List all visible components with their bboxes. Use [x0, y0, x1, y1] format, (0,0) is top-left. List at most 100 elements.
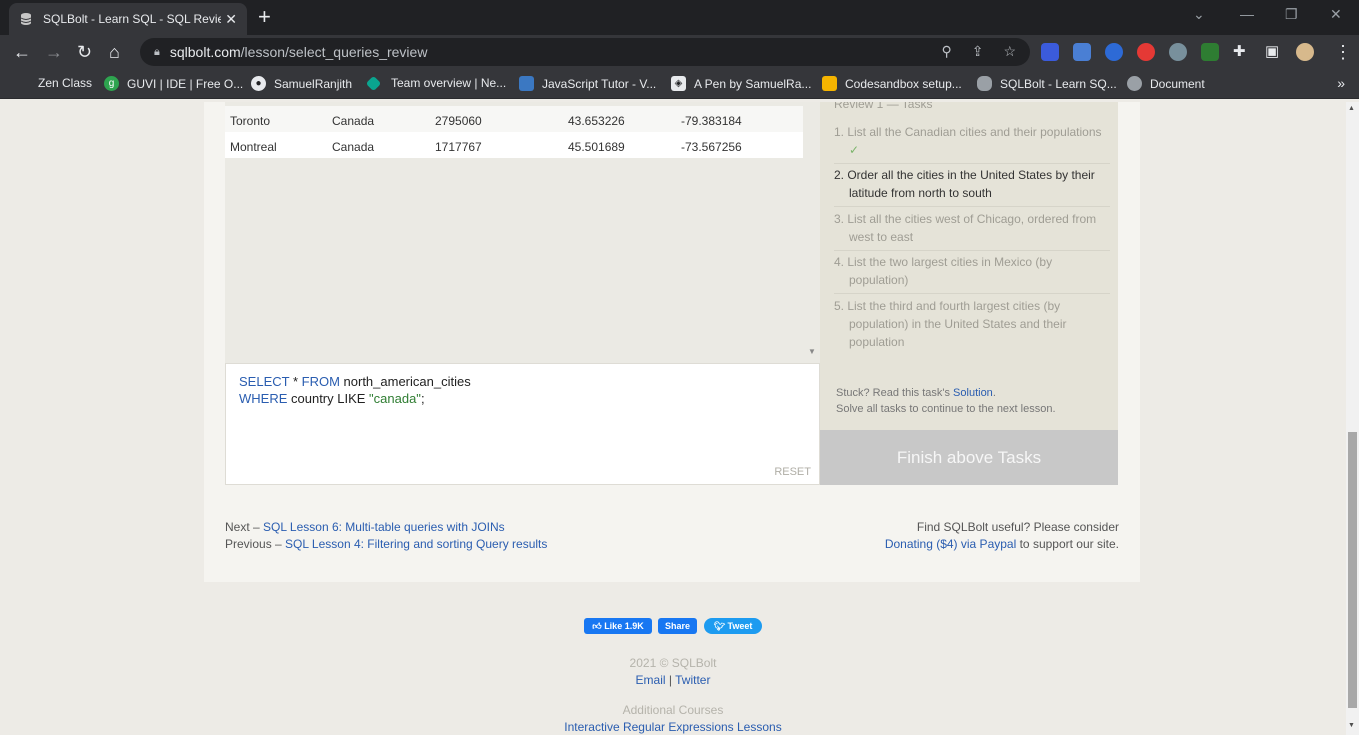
bookmark-item[interactable]: g GUVI | IDE | Free O...	[104, 76, 243, 91]
divider	[834, 250, 1110, 251]
avatar[interactable]	[1296, 43, 1314, 61]
slides-icon	[822, 76, 837, 91]
scroll-up-icon[interactable]: ▲	[1348, 105, 1355, 112]
checkmark-icon: ✓	[849, 143, 860, 157]
page-content: Toronto Canada 2795060 43.653226 -79.383…	[0, 102, 1346, 735]
bookmark-item[interactable]: Document	[1127, 76, 1205, 91]
browser-toolbar: ← → ↻ ⌂ 🔒︎ sqlbolt.com/lesson/select_que…	[0, 35, 1359, 69]
cell-population: 1717767	[435, 140, 482, 154]
back-icon[interactable]: ←	[13, 42, 31, 62]
diamond-icon	[365, 75, 382, 91]
bookmark-item[interactable]: ● SamuelRanjith	[251, 76, 352, 91]
forward-icon[interactable]: →	[45, 42, 63, 62]
solve-all-text: Solve all tasks to continue to the next …	[836, 403, 1056, 415]
restore-icon[interactable]: ❐	[1285, 6, 1298, 23]
facebook-share-button[interactable]: Share	[658, 618, 697, 634]
puzzle-icon[interactable]: ✚	[1233, 42, 1246, 62]
cell-city: Montreal	[230, 140, 277, 154]
reset-button[interactable]: RESET	[774, 466, 811, 478]
tab-search-icon[interactable]: ⌄	[1193, 6, 1205, 23]
bookmark-item[interactable]: JavaScript Tutor - V...	[519, 76, 656, 91]
support-message: Find SQLBolt useful? Please consider Don…	[885, 519, 1119, 553]
more-bookmarks-icon[interactable]: »	[1337, 75, 1345, 91]
facebook-like-button[interactable]: 👍︎ Like 1.9K	[584, 618, 652, 634]
regex-course: Interactive Regular Expressions Lessons	[0, 719, 1346, 735]
cell-latitude: 45.501689	[568, 140, 625, 154]
minimize-icon[interactable]: —	[1240, 6, 1254, 22]
tab-title: SQLBolt - Learn SQL - SQL Review	[43, 12, 221, 26]
home-icon[interactable]: ⌂	[109, 42, 120, 62]
tweet-label: Tweet	[727, 620, 753, 631]
like-label: Like 1.9K	[604, 620, 644, 631]
task-item: 4. List the two largest cities in Mexico…	[834, 255, 1053, 287]
twitter-link[interactable]: Twitter	[675, 673, 710, 687]
guvi-icon: g	[104, 76, 119, 91]
keyword-where: WHERE	[239, 391, 288, 406]
link-separator: |	[665, 673, 676, 687]
tasks-panel: Review 1 — Tasks 1. List all the Canadia…	[820, 102, 1118, 430]
bookmark-label: SamuelRanjith	[274, 76, 353, 91]
menu-icon[interactable]: ⋮	[1334, 42, 1352, 62]
support-line: Find SQLBolt useful? Please consider	[916, 520, 1119, 534]
task-item: 1. List all the Canadian cities and thei…	[834, 123, 1114, 159]
regex-lessons-link[interactable]: Interactive Regular Expressions Lessons	[564, 720, 781, 734]
translate-icon[interactable]	[1073, 43, 1091, 61]
scroll-down-icon[interactable]: ▼	[1348, 722, 1355, 729]
stuck-text: Stuck? Read this task's	[836, 387, 954, 399]
bookmark-item[interactable]: ◈ A Pen by SamuelRa...	[671, 76, 811, 91]
browser-tab-bar: SQLBolt - Learn SQL - SQL Review ✕ + ⌄ —…	[0, 0, 1359, 35]
page-scrollbar[interactable]: ▲ ▼	[1346, 102, 1359, 735]
side-panel-icon[interactable]: ▣	[1265, 42, 1279, 62]
table-row: Toronto Canada 2795060 43.653226 -79.383…	[225, 106, 803, 132]
previous-lesson-link[interactable]: SQL Lesson 4: Filtering and sorting Quer…	[285, 537, 547, 551]
bookmark-label: Codesandbox setup...	[845, 76, 962, 91]
finish-tasks-button[interactable]: Finish above Tasks	[820, 430, 1118, 485]
extension-icon[interactable]	[1041, 43, 1059, 61]
browser-tab[interactable]: SQLBolt - Learn SQL - SQL Review ✕	[9, 3, 247, 35]
close-window-icon[interactable]: ✕	[1330, 6, 1342, 23]
solution-link[interactable]: Solution	[953, 387, 993, 399]
table-row: Montreal Canada 1717767 45.501689 -73.56…	[225, 132, 803, 158]
email-link[interactable]: Email	[636, 673, 666, 687]
task-item: 5. List the third and fourth largest cit…	[834, 299, 1067, 349]
bookmark-label: Zen Class	[38, 76, 93, 90]
bookmark-item[interactable]: Team overview | Ne...	[365, 75, 506, 91]
next-lesson-link[interactable]: SQL Lesson 6: Multi-table queries with J…	[263, 520, 505, 534]
cell-country: Canada	[332, 114, 375, 128]
cell-latitude: 43.653226	[568, 114, 625, 128]
cell-longitude: -79.383184	[681, 114, 742, 128]
donate-link[interactable]: Donating ($4) via Paypal	[885, 537, 1016, 551]
stuck-suffix: .	[992, 387, 996, 399]
bookmark-item[interactable]: Codesandbox setup...	[822, 76, 962, 91]
tasks-header: Review 1 — Tasks	[834, 102, 933, 111]
task-item: 3. List all the cities west of Chicago, …	[834, 212, 1097, 244]
divider	[834, 206, 1110, 207]
zoom-icon[interactable]: ⚲	[941, 43, 951, 60]
url-domain: sqlbolt.com	[169, 44, 241, 60]
bookmark-item[interactable]: Zen Class	[38, 76, 92, 90]
scroll-down-icon[interactable]: ▼	[808, 347, 816, 356]
bookmark-item[interactable]: SQLBolt - Learn SQ...	[977, 76, 1117, 91]
code-string: "canada"	[369, 391, 421, 406]
share-icon[interactable]: ⇪	[972, 43, 984, 60]
support-suffix: to support our site.	[1016, 537, 1119, 551]
extension-icon[interactable]	[1137, 43, 1155, 61]
address-bar[interactable]: 🔒︎ sqlbolt.com/lesson/select_queries_rev…	[140, 38, 1030, 66]
extension-icon[interactable]	[1169, 43, 1187, 61]
lesson-card: Toronto Canada 2795060 43.653226 -79.383…	[204, 102, 1140, 582]
bookmarks-bar: Zen Class g GUVI | IDE | Free O... ● Sam…	[0, 69, 1359, 99]
tweet-button[interactable]: 🐦︎ Tweet	[704, 618, 762, 634]
contact-links: Email | Twitter	[0, 672, 1346, 689]
close-tab-icon[interactable]: ✕	[225, 11, 237, 28]
scroll-thumb[interactable]	[1348, 432, 1357, 708]
reload-icon[interactable]: ↻	[77, 42, 92, 62]
sql-code[interactable]: SELECT * FROM north_american_cities WHER…	[239, 373, 471, 407]
extension-icon[interactable]	[1201, 43, 1219, 61]
bookmark-star-icon[interactable]: ☆	[1003, 43, 1016, 60]
divider	[834, 293, 1110, 294]
new-tab-icon[interactable]: +	[258, 5, 271, 29]
extension-icon[interactable]	[1105, 43, 1123, 61]
bookmark-label: JavaScript Tutor - V...	[542, 76, 657, 91]
sql-editor[interactable]: SELECT * FROM north_american_cities WHER…	[225, 363, 820, 485]
results-scrollbar[interactable]: ▼	[803, 102, 820, 363]
